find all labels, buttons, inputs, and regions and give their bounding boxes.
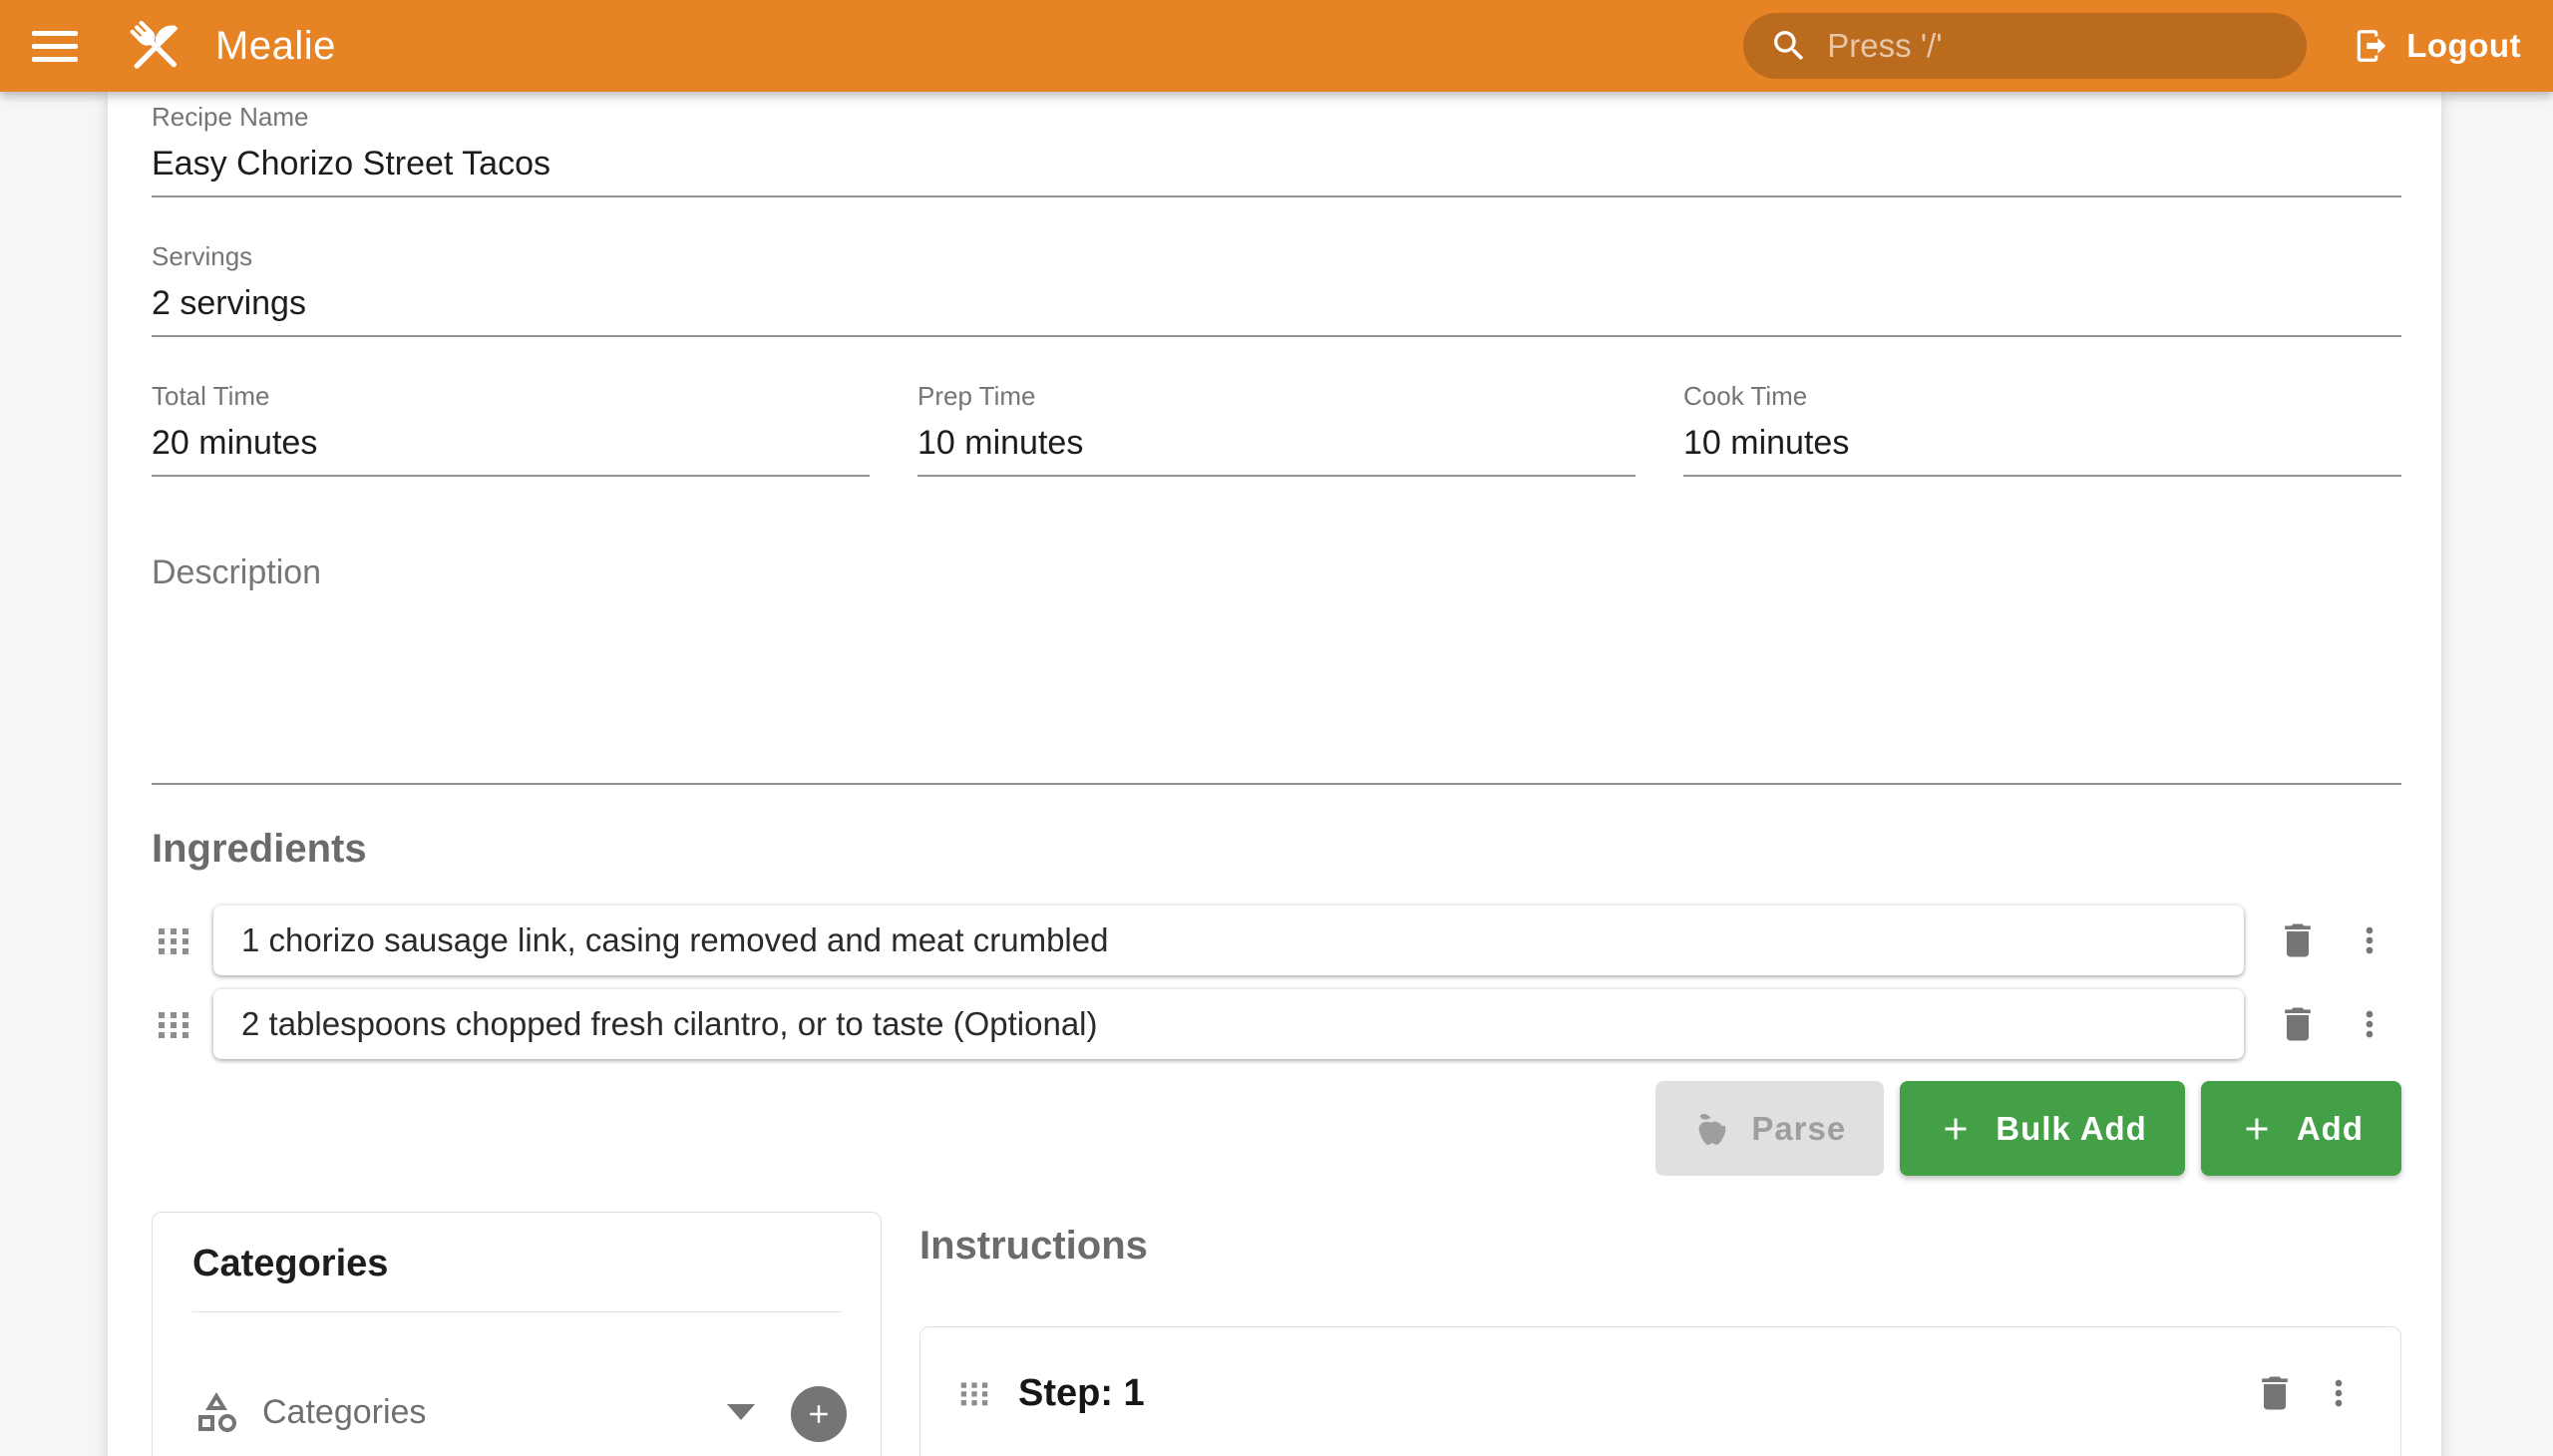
categories-title: Categories (184, 1243, 849, 1285)
parse-button[interactable]: Parse (1655, 1081, 1884, 1176)
dots-vertical-icon (2350, 920, 2389, 960)
categories-card: Categories Categories (152, 1212, 882, 1456)
instructions-heading: Instructions (919, 1224, 2401, 1269)
recipe-name-value[interactable]: Easy Chorizo Street Tacos (152, 142, 2401, 197)
categories-select-label: Categories (262, 1393, 727, 1432)
page: Recipe Name Easy Chorizo Street Tacos Se… (0, 92, 2553, 1456)
step-menu-button[interactable] (2307, 1361, 2371, 1425)
app-title: Mealie (215, 24, 336, 69)
search-icon (1769, 26, 1809, 66)
step-header: Step: 1 (952, 1361, 2371, 1425)
app-logo (122, 13, 187, 79)
description-textarea[interactable] (152, 592, 2401, 785)
shape-icon (192, 1388, 240, 1436)
prep-time-field[interactable]: Prep Time 10 minutes (917, 381, 1636, 477)
step-title: Step: 1 (1018, 1372, 2243, 1415)
dots-vertical-icon (2319, 1373, 2359, 1413)
menu-icon[interactable] (32, 26, 78, 66)
prep-time-value[interactable]: 10 minutes (917, 421, 1636, 477)
bulk-add-label: Bulk Add (1996, 1110, 2147, 1148)
recipe-editor-card: Recipe Name Easy Chorizo Street Tacos Se… (108, 92, 2441, 1456)
trash-icon (2253, 1371, 2297, 1415)
description-field[interactable]: Description (152, 552, 2401, 785)
ingredient-menu-button[interactable] (2338, 909, 2401, 972)
plus-icon (1938, 1111, 1974, 1147)
trash-icon (2276, 1002, 2320, 1046)
ingredient-input[interactable]: 2 tablespoons chopped fresh cilantro, or… (213, 989, 2244, 1059)
servings-field[interactable]: Servings 2 servings (152, 241, 2401, 337)
plus-icon (2239, 1111, 2275, 1147)
ingredient-row: 2 tablespoons chopped fresh cilantro, or… (152, 989, 2401, 1059)
add-label: Add (2297, 1110, 2364, 1148)
cook-time-value[interactable]: 10 minutes (1683, 421, 2401, 477)
servings-label: Servings (152, 241, 2401, 271)
time-fields-row: Total Time 20 minutes Prep Time 10 minut… (152, 381, 2401, 477)
bulk-add-button[interactable]: Bulk Add (1900, 1081, 2185, 1176)
recipe-name-field[interactable]: Recipe Name Easy Chorizo Street Tacos (152, 102, 2401, 197)
description-label: Description (152, 552, 2401, 592)
logout-icon (2353, 27, 2390, 65)
logout-label: Logout (2406, 27, 2521, 65)
drag-handle-icon[interactable] (952, 1375, 996, 1411)
add-button[interactable]: Add (2201, 1081, 2401, 1176)
drag-handle-icon[interactable] (152, 1004, 195, 1044)
trash-icon (2276, 918, 2320, 962)
search-box[interactable] (1743, 13, 2307, 79)
instructions-column: Instructions Step: 1 (919, 1212, 2401, 1456)
app-bar: Mealie Logout (0, 0, 2553, 92)
search-input[interactable] (1827, 27, 2281, 65)
total-time-field[interactable]: Total Time 20 minutes (152, 381, 870, 477)
parse-label: Parse (1751, 1110, 1846, 1148)
ingredient-list: 1 chorizo sausage link, casing removed a… (152, 906, 2401, 1059)
cook-time-label: Cook Time (1683, 381, 2401, 411)
total-time-value[interactable]: 20 minutes (152, 421, 870, 477)
divider (192, 1311, 841, 1312)
delete-ingredient-button[interactable] (2266, 909, 2330, 972)
apple-icon (1693, 1110, 1731, 1148)
delete-ingredient-button[interactable] (2266, 992, 2330, 1056)
ingredient-actions: Parse Bulk Add Add (152, 1081, 2401, 1176)
ingredient-menu-button[interactable] (2338, 992, 2401, 1056)
ingredients-heading: Ingredients (152, 827, 2401, 872)
total-time-label: Total Time (152, 381, 870, 411)
cook-time-field[interactable]: Cook Time 10 minutes (1683, 381, 2401, 477)
recipe-name-label: Recipe Name (152, 102, 2401, 132)
servings-value[interactable]: 2 servings (152, 281, 2401, 337)
plus-circle-icon (804, 1399, 834, 1429)
prep-time-label: Prep Time (917, 381, 1636, 411)
delete-step-button[interactable] (2243, 1361, 2307, 1425)
chevron-down-icon[interactable] (727, 1404, 755, 1420)
categories-select[interactable]: Categories (192, 1384, 841, 1456)
bottom-section: Categories Categories Instructions (152, 1212, 2401, 1456)
ingredient-row: 1 chorizo sausage link, casing removed a… (152, 906, 2401, 975)
add-category-button[interactable] (791, 1386, 847, 1442)
ingredient-input[interactable]: 1 chorizo sausage link, casing removed a… (213, 906, 2244, 975)
logout-button[interactable]: Logout (2353, 27, 2521, 65)
step-card: Step: 1 Combine crumbled chorizo and chi… (919, 1326, 2401, 1456)
drag-handle-icon[interactable] (152, 920, 195, 960)
dots-vertical-icon (2350, 1004, 2389, 1044)
